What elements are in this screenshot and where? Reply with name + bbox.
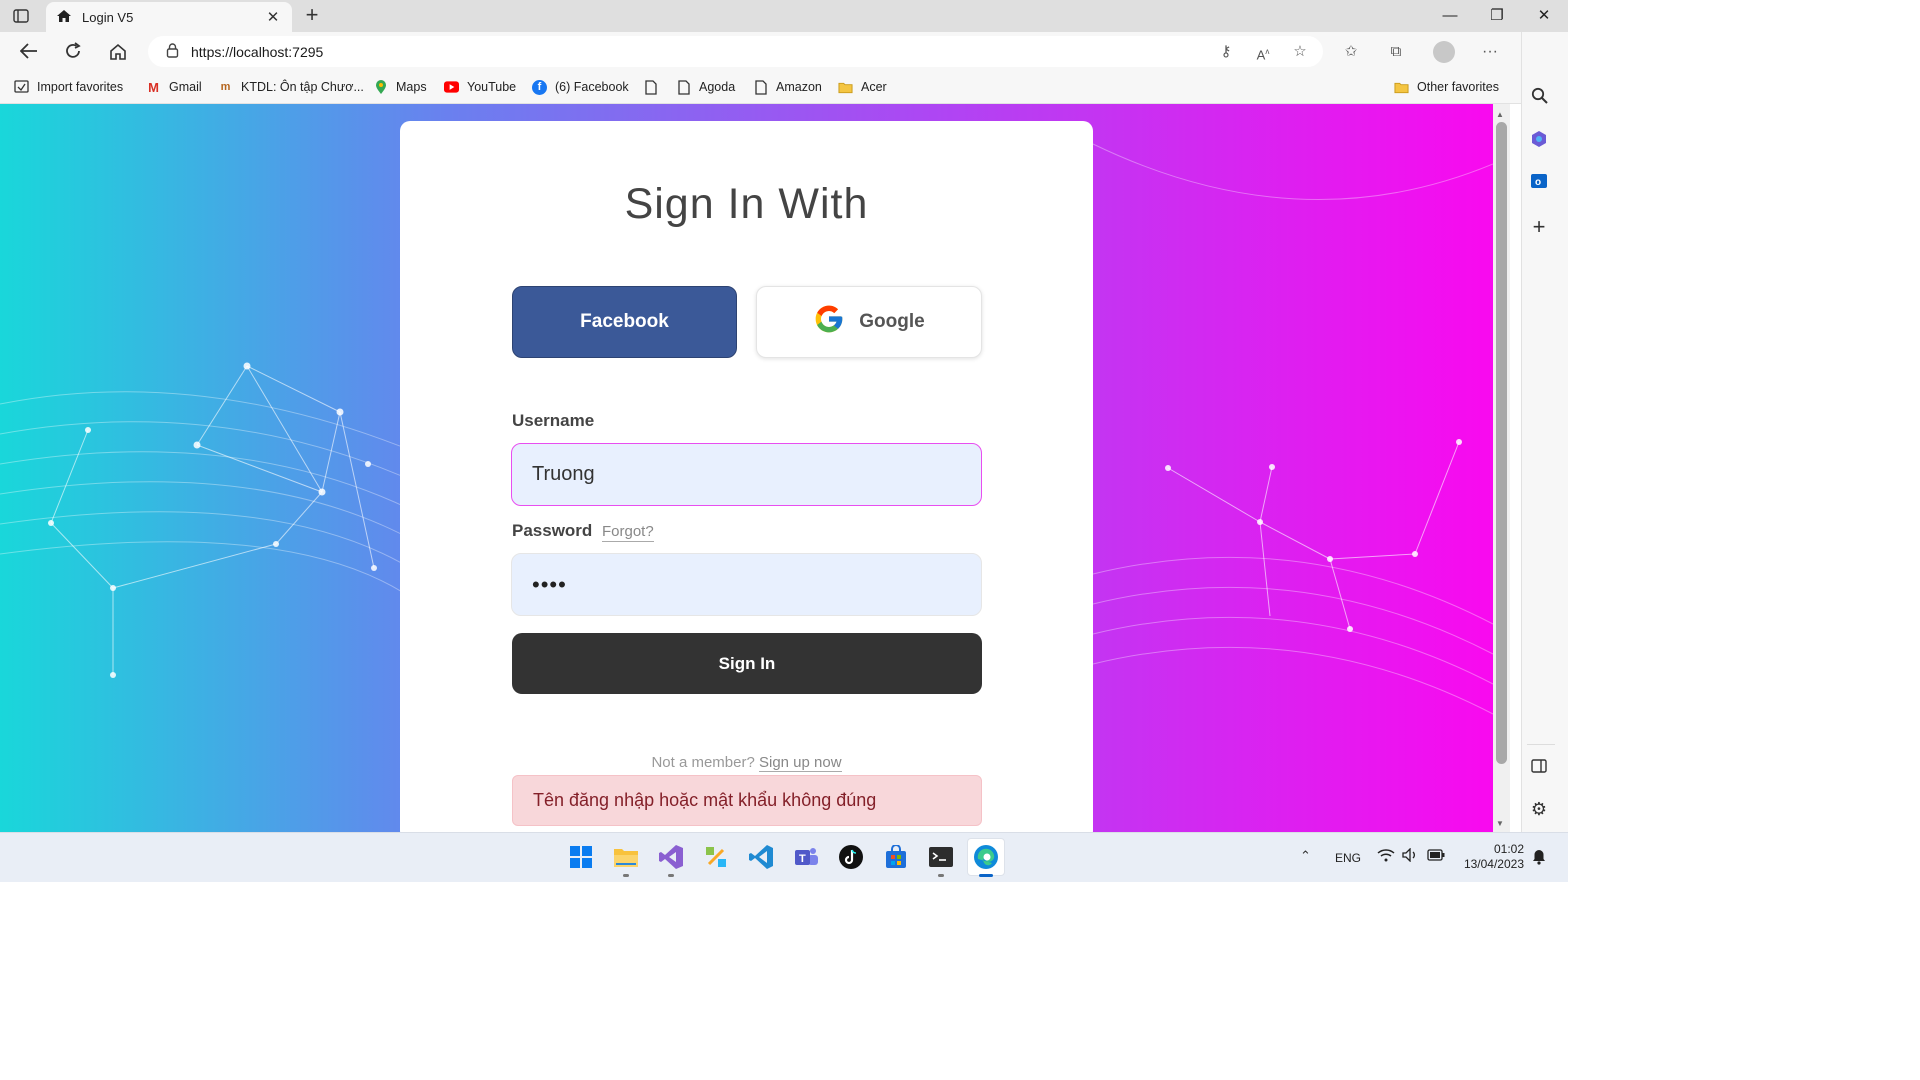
tab-title: Login V5: [82, 9, 134, 25]
tab-actions-icon[interactable]: [10, 6, 32, 26]
gmail-icon: M: [148, 79, 159, 95]
scroll-up-icon[interactable]: ▲: [1496, 110, 1504, 119]
add-favorite-icon[interactable]: ☆: [1290, 42, 1310, 62]
youtube-icon: [444, 80, 459, 95]
app-icon[interactable]: [701, 842, 731, 872]
page-icon: [676, 79, 691, 95]
system-clock[interactable]: 01:02 13/04/2023: [1460, 842, 1524, 872]
store-icon[interactable]: [881, 842, 911, 872]
read-aloud-icon[interactable]: Aʌ: [1253, 42, 1273, 62]
login-error-alert: Tên đăng nhập hoặc mật khẩu không đúng: [512, 775, 982, 826]
file-explorer-icon[interactable]: [611, 842, 641, 872]
import-icon: [14, 80, 29, 95]
windows-taskbar: [0, 832, 1568, 882]
clock-time: 01:02: [1493, 842, 1524, 856]
forgot-password-link[interactable]: Forgot?: [602, 523, 654, 542]
teams-icon[interactable]: T: [791, 842, 821, 872]
page-icon: [753, 79, 768, 95]
edge-icon[interactable]: [967, 838, 1005, 876]
page-icon: [643, 79, 658, 95]
back-button[interactable]: [14, 36, 44, 66]
terminal-icon[interactable]: [926, 842, 956, 872]
svg-text:T: T: [799, 853, 806, 865]
username-label: Username: [512, 411, 595, 430]
close-tab-icon[interactable]: ✕: [264, 8, 282, 26]
minimize-button[interactable]: —: [1430, 4, 1470, 28]
tiktok-icon[interactable]: [836, 842, 866, 872]
outlook-icon[interactable]: o: [1527, 169, 1551, 193]
favorite-import[interactable]: Import favorites: [14, 78, 123, 96]
svg-text:o: o: [1535, 177, 1541, 188]
favorite-facebook[interactable]: f (6) Facebook: [532, 78, 629, 96]
new-tab-button[interactable]: +: [300, 4, 324, 28]
wifi-icon[interactable]: [1377, 848, 1395, 865]
lock-icon[interactable]: [166, 42, 179, 61]
favorite-agoda[interactable]: Agoda: [676, 78, 735, 96]
sign-in-button[interactable]: Sign In: [512, 633, 982, 694]
more-options-icon[interactable]: ···: [1480, 42, 1500, 62]
address-bar[interactable]: https://localhost:7295: [148, 36, 1323, 67]
vscode-icon[interactable]: [746, 842, 776, 872]
favorite-gmail[interactable]: M Gmail: [146, 78, 202, 96]
volume-icon[interactable]: [1402, 847, 1418, 865]
google-label: Google: [859, 311, 925, 332]
favorites-icon[interactable]: ✩: [1341, 42, 1361, 62]
clock-date: 13/04/2023: [1463, 857, 1524, 871]
settings-gear-icon[interactable]: ⚙: [1527, 797, 1551, 821]
show-hidden-icons-icon[interactable]: ⌃: [1300, 848, 1311, 864]
visual-studio-icon[interactable]: [656, 842, 686, 872]
home-icon: [56, 9, 72, 26]
folder-icon: [838, 80, 853, 95]
favorite-amazon[interactable]: Amazon: [753, 78, 822, 96]
edge-sidebar: [1521, 32, 1568, 832]
running-indicator: [623, 874, 629, 877]
password-label: Password: [512, 521, 593, 540]
facebook-icon: f: [532, 79, 547, 95]
facebook-login-button[interactable]: Facebook: [512, 286, 737, 358]
folder-icon: [1394, 80, 1409, 95]
notification-bell-icon[interactable]: [1532, 849, 1546, 868]
sign-in-title: Sign In With: [624, 180, 869, 228]
profile-avatar[interactable]: [1433, 41, 1455, 63]
maximize-button[interactable]: ❐: [1477, 4, 1517, 28]
sign-in-label: Sign In: [718, 653, 776, 673]
key-icon[interactable]: ⚷: [1216, 42, 1236, 62]
sidebar-divider: [1527, 744, 1555, 745]
url-text[interactable]: https://localhost:7295: [191, 44, 323, 60]
favorite-maps[interactable]: Maps: [373, 78, 427, 96]
favorite-youtube[interactable]: YouTube: [444, 78, 516, 96]
home-button[interactable]: [103, 36, 133, 66]
search-icon[interactable]: [1527, 83, 1551, 107]
scrollbar-thumb[interactable]: [1496, 122, 1507, 764]
browser-tab[interactable]: Login V5 ✕: [46, 2, 292, 32]
collections-icon[interactable]: ⧉: [1386, 42, 1406, 62]
maps-icon: [373, 79, 388, 95]
running-indicator: [938, 874, 944, 877]
google-login-button[interactable]: Google: [756, 286, 982, 358]
add-sidebar-icon[interactable]: +: [1527, 214, 1551, 239]
refresh-button[interactable]: [58, 36, 88, 66]
password-input[interactable]: ••••: [511, 553, 982, 616]
sign-up-link[interactable]: Sign up now: [758, 754, 842, 772]
start-icon[interactable]: [566, 842, 596, 872]
signup-prompt: Not a member? Sign up now: [0, 754, 1493, 772]
ktdl-icon: m: [220, 81, 231, 93]
favorite-acer[interactable]: Acer: [838, 78, 887, 96]
hide-sidebar-icon[interactable]: [1527, 754, 1551, 778]
favorite-ktdl[interactable]: m KTDL: Ôn tập Chươ...: [218, 78, 364, 96]
error-message: Tên đăng nhập hoặc mật khẩu không đúng: [533, 790, 877, 810]
language-indicator[interactable]: ENG: [1335, 851, 1361, 865]
active-app-indicator: [979, 874, 993, 877]
battery-icon[interactable]: [1427, 849, 1445, 864]
google-icon: [813, 303, 859, 341]
facebook-label: Facebook: [580, 311, 669, 332]
not-member-text: Not a member?: [651, 754, 755, 771]
close-window-button[interactable]: ✕: [1524, 4, 1564, 28]
favorite-page[interactable]: [643, 78, 666, 96]
other-favorites[interactable]: Other favorites: [1394, 78, 1499, 96]
scroll-down-icon[interactable]: ▼: [1496, 819, 1504, 828]
username-input[interactable]: Truong: [511, 443, 982, 506]
running-indicator: [668, 874, 674, 877]
discover-icon[interactable]: [1527, 127, 1551, 151]
